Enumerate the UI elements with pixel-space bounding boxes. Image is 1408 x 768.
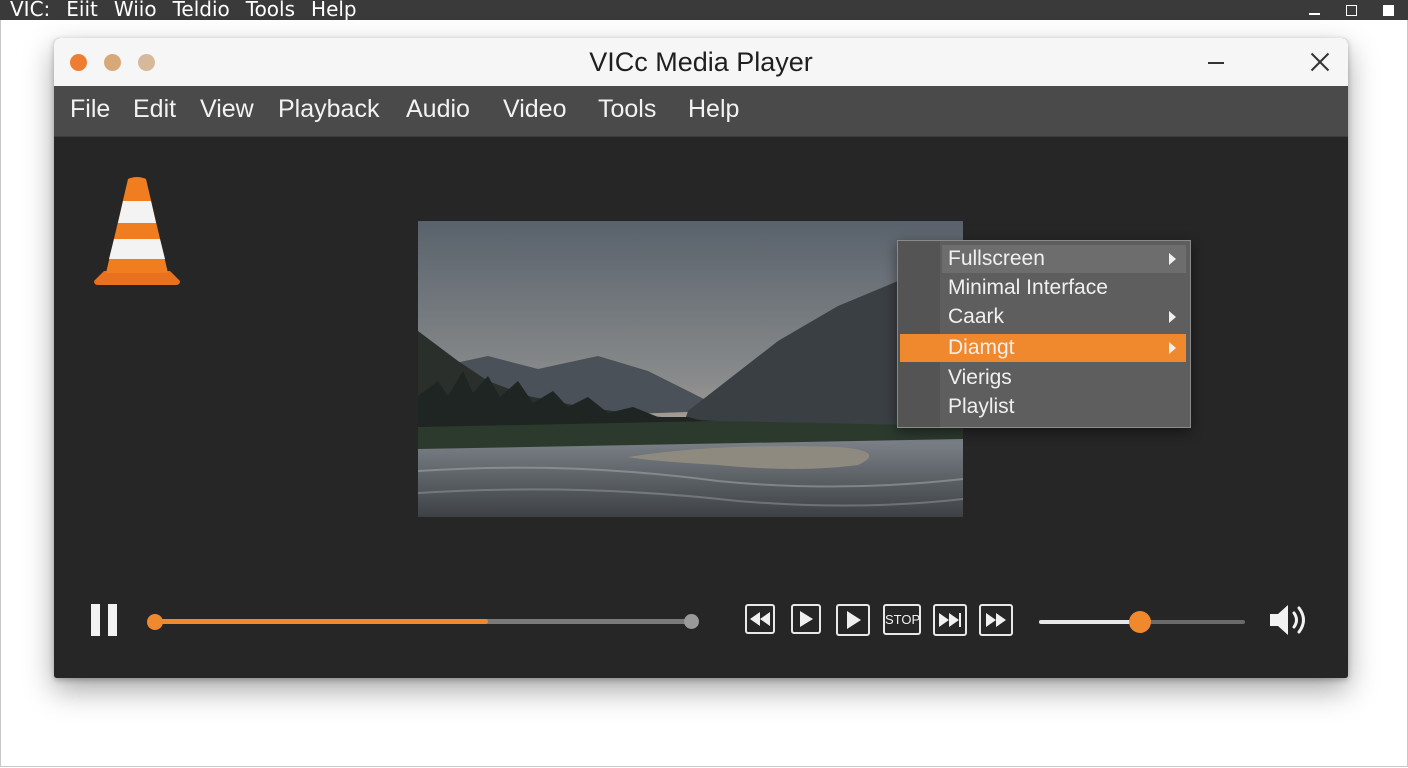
context-item-fullscreen[interactable]: Fullscreen [942,245,1186,273]
stop-button[interactable]: STOP [883,604,921,635]
menu-playback[interactable]: Playback [278,95,379,124]
title-bar[interactable]: VICc Media Player [54,38,1348,87]
window-close-button[interactable] [1308,50,1332,74]
rewind-button[interactable] [745,604,775,634]
submenu-arrow-icon [1169,311,1176,323]
outer-system-bar: VIC: Eiit Wiio Teldio Tools Help [0,0,1408,22]
context-item-label: Caark [948,305,1005,328]
seek-bar-progress [154,619,488,624]
volume-slider-fill [1039,620,1140,624]
context-item-caark[interactable]: Caark [942,303,1186,331]
pause-icon[interactable] [91,604,117,636]
window-minimize-button[interactable] [1208,62,1224,64]
outer-menu-item[interactable]: Teldio [173,0,230,22]
fast-forward-button[interactable] [933,604,967,636]
seek-end-knob[interactable] [684,614,699,629]
outer-menu-item[interactable]: Wiio [114,0,157,22]
outer-window-controls [1309,0,1394,20]
minimize-icon[interactable] [1309,13,1320,15]
speaker-icon[interactable] [1268,603,1310,637]
next-icon [986,613,1006,627]
vlc-cone-icon [94,177,180,285]
outer-menu-item[interactable]: Tools [246,0,295,22]
media-player-window: VICc Media Player File Edit View Playbac… [54,38,1348,678]
menu-tools[interactable]: Tools [598,95,656,124]
fast-forward-icon [939,613,961,627]
play-button-large[interactable] [836,604,870,636]
context-item-label: Fullscreen [948,247,1045,270]
menu-edit[interactable]: Edit [133,95,176,124]
outer-menu-item[interactable]: VIC: [10,0,50,22]
maximize-icon[interactable] [1346,4,1357,16]
play-icon [846,611,861,629]
context-item-diamgt[interactable]: Diamgt [900,334,1186,362]
menu-file[interactable]: File [70,95,110,124]
seek-bar[interactable] [154,619,692,624]
context-item-label: Diamgt [948,336,1015,359]
menu-video[interactable]: Video [503,95,567,124]
play-button[interactable] [791,604,821,634]
outer-menu: VIC: Eiit Wiio Teldio Tools Help [10,0,357,22]
menu-audio[interactable]: Audio [406,95,470,124]
video-frame [418,221,963,517]
context-item-minimal-interface[interactable]: Minimal Interface [942,274,1186,302]
context-menu: Fullscreen Minimal Interface Caark Diamg… [897,240,1191,428]
close-icon[interactable] [1383,4,1394,16]
submenu-arrow-icon [1169,253,1176,265]
window-title: VICc Media Player [589,47,813,77]
context-item-label: Playlist [948,395,1015,418]
menu-help[interactable]: Help [688,95,739,124]
context-item-playlist[interactable]: Playlist [942,393,1186,421]
menu-view[interactable]: View [200,95,254,124]
rewind-icon [750,612,770,626]
next-button[interactable] [979,604,1013,636]
context-item-vierigs[interactable]: Vierigs [942,364,1186,392]
volume-knob[interactable] [1128,611,1151,633]
seek-start-knob[interactable] [147,614,163,630]
outer-menu-item[interactable]: Eiit [66,0,98,22]
context-item-label: Minimal Interface [948,276,1108,299]
context-item-label: Vierigs [948,366,1012,389]
play-icon [800,611,813,627]
submenu-arrow-icon [1169,342,1176,354]
menu-bar: File Edit View Playback Audio Video Tool… [54,86,1348,137]
outer-menu-item[interactable]: Help [311,0,357,22]
player-content-area: Fullscreen Minimal Interface Caark Diamg… [54,137,1348,678]
